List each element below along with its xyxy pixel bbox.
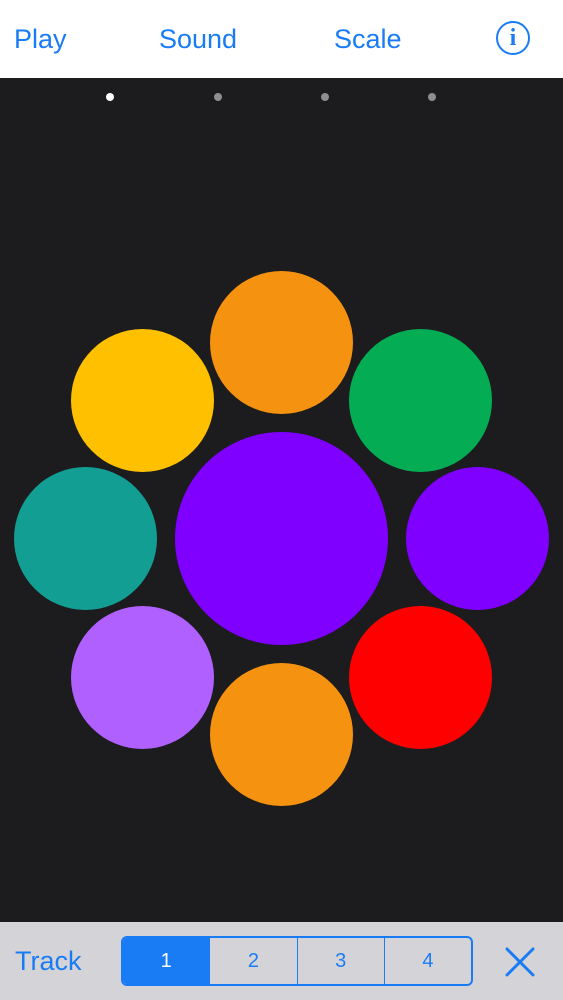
- top-right-pad[interactable]: [349, 329, 492, 472]
- page-dot[interactable]: [106, 93, 114, 101]
- play-button[interactable]: Play: [14, 0, 67, 78]
- top-pad[interactable]: [210, 271, 353, 414]
- left-pad[interactable]: [14, 467, 157, 610]
- bottom-left-pad[interactable]: [71, 606, 214, 749]
- track-segment-4[interactable]: 4: [383, 938, 471, 984]
- bottom-right-pad[interactable]: [349, 606, 492, 749]
- right-pad[interactable]: [406, 467, 549, 610]
- sound-button[interactable]: Sound: [159, 0, 237, 78]
- track-label: Track: [15, 946, 82, 976]
- close-icon[interactable]: [503, 945, 537, 979]
- top-left-pad[interactable]: [71, 329, 214, 472]
- bottom-pad[interactable]: [210, 663, 353, 806]
- track-selector: 1 2 3 4: [121, 936, 473, 986]
- page-dot[interactable]: [214, 93, 222, 101]
- track-segment-1[interactable]: 1: [123, 938, 210, 984]
- top-nav-bar: Play Sound Scale i: [0, 0, 563, 78]
- page-dot[interactable]: [428, 93, 436, 101]
- page-dot[interactable]: [321, 93, 329, 101]
- info-icon[interactable]: i: [496, 21, 530, 55]
- track-segment-3[interactable]: 3: [296, 938, 384, 984]
- pad-area: [0, 78, 563, 922]
- close-icon-graphic: [505, 947, 535, 977]
- scale-button[interactable]: Scale: [334, 0, 402, 78]
- track-segment-2[interactable]: 2: [209, 938, 296, 984]
- center-pad[interactable]: [175, 432, 388, 645]
